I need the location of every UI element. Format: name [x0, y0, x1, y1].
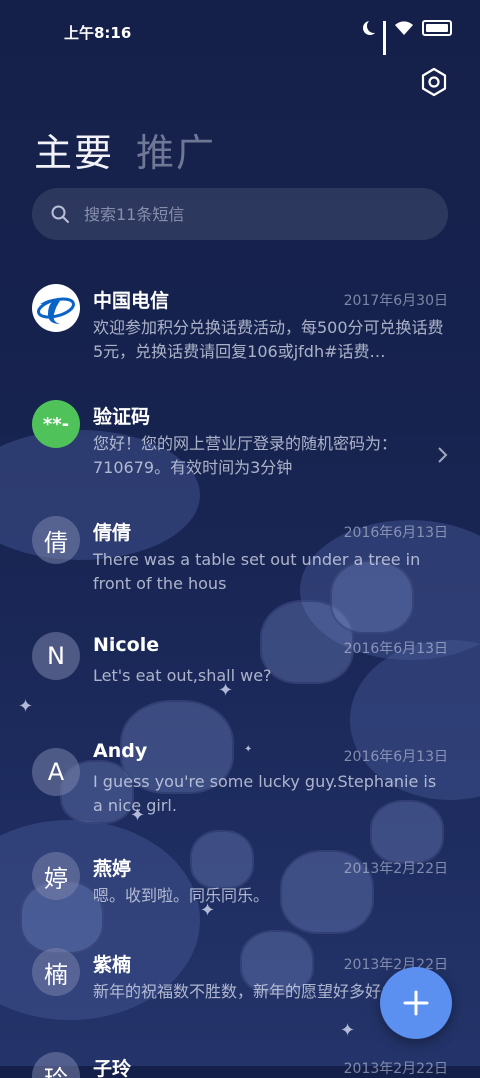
contact-name: 倩倩: [93, 522, 132, 544]
contact-name: 中国电信: [93, 290, 170, 312]
message-date: 2016年6月13日: [343, 749, 448, 765]
gear-icon: [421, 67, 447, 97]
message-date: 2013年2月22日: [343, 1061, 448, 1077]
do-not-disturb-moon-icon: [367, 19, 381, 33]
status-bar: 上午8:16: [0, 0, 480, 64]
contact-name: 燕婷: [93, 858, 132, 880]
avatar: 楠: [32, 948, 80, 996]
message-snippet: 欢迎参加积分兑换话费活动，每500分可兑换话费5元，兑换话费请回复106或jfd…: [93, 318, 444, 361]
avatar: 婷: [32, 852, 80, 900]
message-snippet: I guess you're some lucky guy.Stephanie …: [93, 772, 437, 815]
message-snippet: 您好！您的网上营业厅登录的随机密码为：710679。有效时间为3分钟: [93, 434, 398, 477]
wifi-icon: [394, 20, 414, 36]
contact-name: Andy: [93, 740, 148, 762]
plus-icon: [403, 990, 429, 1016]
message-snippet: Let's eat out,shall we?: [93, 666, 272, 685]
chevron-right-icon: [438, 447, 448, 463]
tab-promotions[interactable]: 推广: [136, 122, 216, 177]
contact-name: Nicole: [93, 634, 160, 656]
avatar: 倩: [32, 516, 80, 564]
avatar: [32, 284, 80, 332]
message-snippet: 嗯。收到啦。同乐同乐。: [93, 886, 270, 905]
search-input[interactable]: [82, 203, 406, 225]
message-date: 2016年6月13日: [343, 525, 448, 541]
conversation-list: 中国电信 2017年6月30日 欢迎参加积分兑换话费活动，每500分可兑换话费5…: [0, 270, 480, 1078]
telecom-logo-icon: [33, 285, 79, 331]
conversation-item[interactable]: 婷 燕婷 2013年2月22日 嗯。收到啦。同乐同乐。: [0, 838, 480, 934]
new-message-button[interactable]: [380, 967, 452, 1039]
conversation-item[interactable]: N Nicole 2016年6月13日 Let's eat out,shall …: [0, 618, 480, 734]
tab-bar: 主要 推广: [34, 122, 216, 177]
contact-name: 子玲: [93, 1058, 132, 1078]
conversation-item[interactable]: A Andy 2016年6月13日 I guess you're some lu…: [0, 734, 480, 838]
conversation-item[interactable]: 中国电信 2017年6月30日 欢迎参加积分兑换话费活动，每500分可兑换话费5…: [0, 270, 480, 386]
conversation-item[interactable]: **- 验证码 您好！您的网上营业厅登录的随机密码为：710679。有效时间为3…: [0, 386, 480, 502]
avatar: **-: [32, 400, 80, 448]
message-date: 2016年6月13日: [343, 641, 448, 657]
tab-primary[interactable]: 主要: [34, 122, 114, 177]
cellular-signal-icon: [383, 21, 386, 55]
message-date: 2013年2月22日: [343, 861, 448, 877]
status-time: 上午8:16: [64, 24, 132, 42]
avatar: A: [32, 748, 80, 796]
battery-icon: [422, 20, 452, 36]
avatar: 玲: [32, 1052, 80, 1078]
contact-name: 验证码: [93, 406, 151, 428]
conversation-item[interactable]: 倩 倩倩 2016年6月13日 There was a table set ou…: [0, 502, 480, 618]
settings-button[interactable]: [418, 66, 450, 98]
message-date: 2017年6月30日: [343, 293, 448, 309]
search-icon: [51, 205, 69, 223]
avatar: N: [32, 632, 80, 680]
contact-name: 紫楠: [93, 954, 132, 976]
conversation-item[interactable]: 玲 子玲 2013年2月22日: [0, 1038, 480, 1078]
search-bar[interactable]: [32, 188, 448, 240]
message-snippet: There was a table set out under a tree i…: [93, 550, 421, 593]
